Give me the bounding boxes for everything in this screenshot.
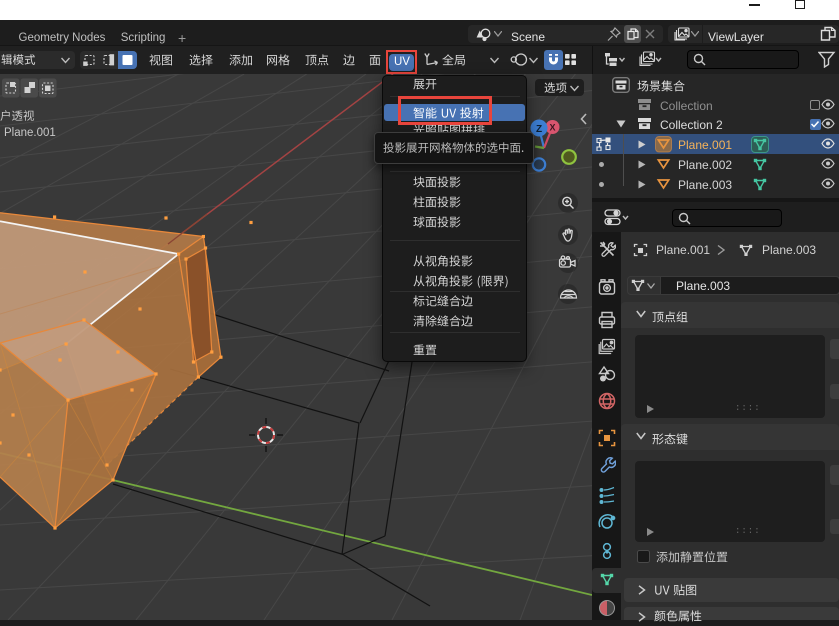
svg-text:Z: Z [536,124,542,135]
svg-text:X: X [549,123,555,133]
